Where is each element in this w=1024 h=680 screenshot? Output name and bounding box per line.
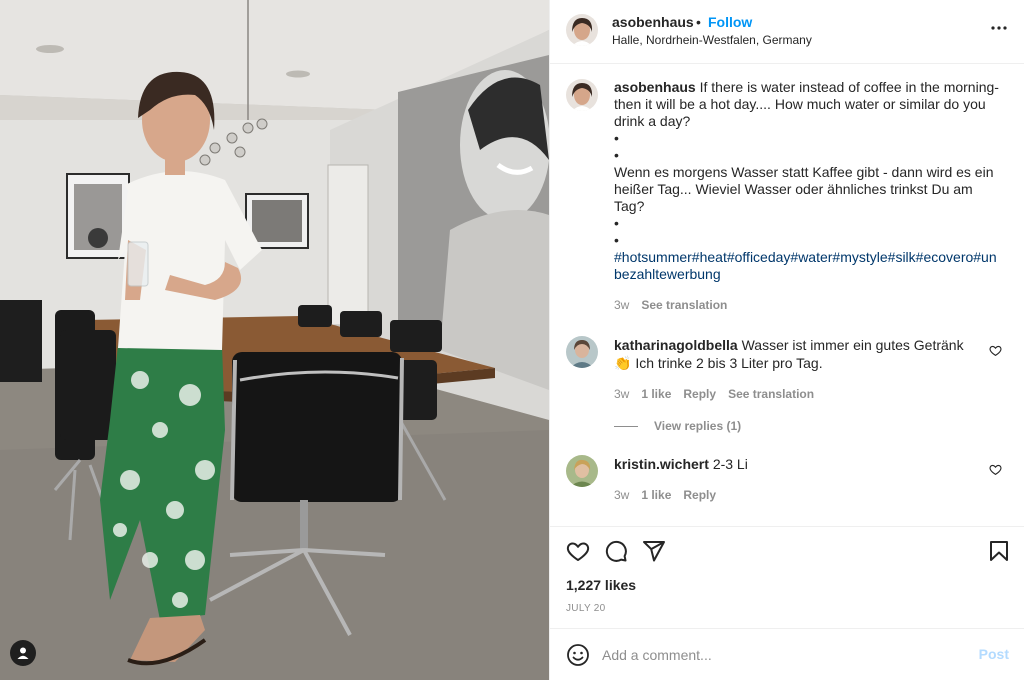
emoji-icon[interactable] <box>566 643 590 667</box>
post-location[interactable]: Halle, Nordrhein-Westfalen, Germany <box>612 33 812 47</box>
user-icon <box>17 647 29 659</box>
likes-count[interactable]: 1,227 likes <box>566 577 636 593</box>
comment-item: kristin.wichert 2-3 Li 3w 1 like Reply <box>566 455 1006 515</box>
caption-bullet: • <box>614 215 619 231</box>
caption-avatar[interactable] <box>566 79 598 111</box>
caption-text-de: Wenn es morgens Wasser statt Kaffee gibt… <box>614 164 994 214</box>
replies-divider-line <box>614 425 638 427</box>
like-comment-heart-icon[interactable] <box>989 344 1002 357</box>
reply-button[interactable]: Reply <box>683 385 716 403</box>
post-actions: 1,227 likes JULY 20 <box>550 526 1024 626</box>
see-translation-button[interactable]: See translation <box>728 385 814 403</box>
comment-bubble-icon[interactable] <box>604 539 628 563</box>
commenter-username[interactable]: kristin.wichert <box>614 456 709 472</box>
tagged-user-badge[interactable] <box>10 640 36 666</box>
author-avatar[interactable] <box>566 14 598 46</box>
caption-time[interactable]: 3w <box>614 297 629 314</box>
add-comment-bar: Post <box>550 628 1024 680</box>
save-bookmark-icon[interactable] <box>987 539 1011 563</box>
post-details-panel: asobenhaus • Follow Halle, Nordrhein-Wes… <box>549 0 1024 680</box>
comment-likes-count[interactable]: 1 like <box>641 486 671 504</box>
author-username[interactable]: asobenhaus <box>612 14 694 30</box>
caption-see-translation-button[interactable]: See translation <box>641 297 727 314</box>
caption-bullet: • <box>614 130 619 146</box>
commenter-avatar[interactable] <box>566 455 598 487</box>
caption-hashtags[interactable]: #hotsummer#heat#officeday#water#mystyle#… <box>614 249 999 283</box>
post-photo[interactable] <box>0 0 549 680</box>
commenter-avatar[interactable] <box>566 336 598 368</box>
commenter-username[interactable]: katharinagoldbella <box>614 337 738 353</box>
reply-button[interactable]: Reply <box>683 486 716 504</box>
comment-likes-count[interactable]: 1 like <box>641 385 671 403</box>
caption-bullet: • <box>614 147 619 163</box>
comment-text: 2-3 Li <box>712 456 748 472</box>
more-options-icon <box>991 26 1007 30</box>
caption-username[interactable]: asobenhaus <box>614 79 696 95</box>
view-replies-button[interactable]: View replies (1) <box>614 419 741 433</box>
office-photo-illustration <box>0 0 549 680</box>
separator-dot: • <box>696 14 701 30</box>
comment-time[interactable]: 3w <box>614 486 629 504</box>
follow-button[interactable]: Follow <box>708 14 752 30</box>
post-comment-button[interactable]: Post <box>979 646 1009 662</box>
like-heart-icon[interactable] <box>566 539 590 563</box>
like-comment-heart-icon[interactable] <box>989 463 1002 476</box>
comment-time[interactable]: 3w <box>614 385 629 403</box>
more-options-button[interactable] <box>989 18 1009 38</box>
caption-bullet: • <box>614 232 619 248</box>
post-header: asobenhaus • Follow Halle, Nordrhein-Wes… <box>550 0 1024 64</box>
add-comment-input[interactable] <box>602 641 962 669</box>
share-paper-plane-icon[interactable] <box>642 539 666 563</box>
view-replies-label: View replies (1) <box>654 419 742 433</box>
comments-list[interactable]: asobenhaus If there is water instead of … <box>550 65 1024 525</box>
post-date[interactable]: JULY 20 <box>566 603 606 614</box>
